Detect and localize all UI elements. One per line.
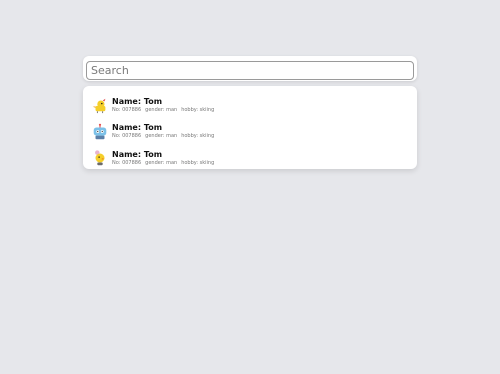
result-gender: gender: man xyxy=(145,133,178,140)
result-meta: No: 007886 gender: man hobby: skiing xyxy=(112,134,218,139)
result-gender: gender: man xyxy=(145,106,178,113)
yellow-bird-icon xyxy=(91,149,109,167)
yellow-chick-icon xyxy=(91,96,109,114)
result-no: No: 007886 xyxy=(112,159,142,166)
result-no: No: 007886 xyxy=(112,106,142,113)
results-dropdown: Name: Tom No: 007886 gender: man hobby: sk… xyxy=(83,86,417,169)
result-no: No: 007886 xyxy=(112,133,142,140)
result-name: Name: Tom xyxy=(112,149,163,159)
result-hobby: hobby: skiing xyxy=(181,159,215,166)
result-hobby: hobby: skiing xyxy=(181,133,215,140)
result-item-1[interactable]: Name: Tom No: 007886 gender: man hobby: sk… xyxy=(83,92,417,119)
result-meta: No: 007886 gender: man hobby: skiing xyxy=(112,159,218,166)
result-item-3[interactable]: Name: Tom No: 007886 gender: man hobby: sk… xyxy=(83,145,417,172)
blue-robot-icon xyxy=(91,123,109,141)
result-meta: No: 007886 gender: man hobby: skiing xyxy=(112,106,218,113)
result-name: Name: Tom xyxy=(112,123,163,133)
search-box xyxy=(83,56,417,81)
search-input[interactable] xyxy=(86,61,414,80)
result-name: Name: Tom xyxy=(112,96,163,106)
result-hobby: hobby: skiing xyxy=(181,106,215,113)
result-gender: gender: man xyxy=(145,159,178,166)
result-item-2[interactable]: Name: Tom No: 007886 gender: man hobby: sk… xyxy=(83,119,417,146)
